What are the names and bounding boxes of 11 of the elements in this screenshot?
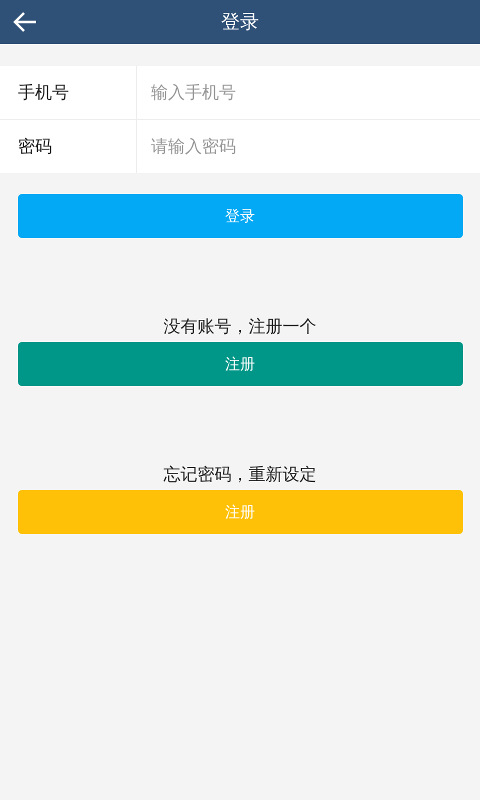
prompt-text: 没有账号，注册一个 <box>164 317 316 337</box>
input-field[interactable]: 输入手机号 <box>137 66 480 119</box>
back-icon[interactable] <box>12 10 38 34</box>
field-label: 密码 <box>0 120 137 173</box>
login-button[interactable]: 登录 <box>18 194 462 238</box>
register-button[interactable]: 注册 <box>18 490 462 534</box>
prompt-text: 忘记密码，重新设定 <box>164 465 316 485</box>
input-field[interactable]: 请输入密码 <box>137 120 480 173</box>
field-label: 手机号 <box>0 66 137 119</box>
page-title: 登录 <box>221 10 259 35</box>
register-button[interactable]: 注册 <box>18 342 462 386</box>
